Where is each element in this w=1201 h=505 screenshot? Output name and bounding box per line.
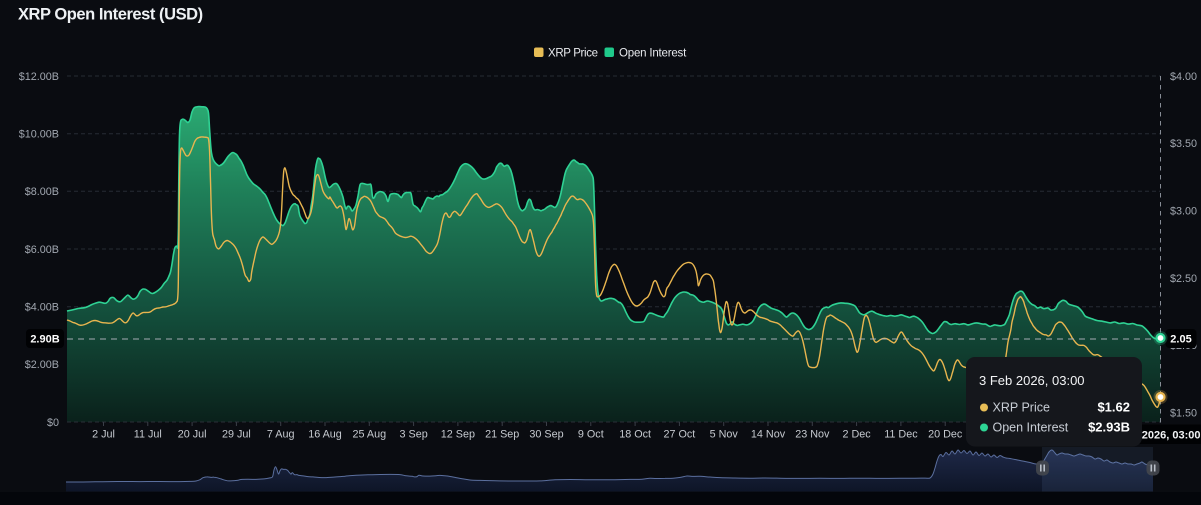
svg-text:2 Dec: 2 Dec [842,429,871,441]
svg-text:XRP Price: XRP Price [993,401,1050,415]
svg-text:20 Jul: 20 Jul [178,429,207,441]
svg-text:3 Sep: 3 Sep [399,429,427,441]
svg-text:$3.50: $3.50 [1170,138,1197,150]
svg-text:21 Sep: 21 Sep [485,429,519,441]
svg-text:Open Interest: Open Interest [993,421,1069,435]
svg-text:$8.00B: $8.00B [25,186,59,198]
svg-text:20 Dec: 20 Dec [928,429,963,441]
svg-text:2.90B: 2.90B [30,334,59,346]
svg-text:$6.00B: $6.00B [25,244,59,256]
svg-text:7 Aug: 7 Aug [267,429,295,441]
svg-text:11 Jul: 11 Jul [134,429,162,441]
svg-text:$3.00: $3.00 [1170,206,1197,218]
svg-text:$2.93B: $2.93B [1088,420,1130,435]
svg-text:27 Oct: 27 Oct [663,429,695,441]
svg-text:$2.00B: $2.00B [25,359,59,371]
svg-text:Open Interest: Open Interest [619,47,687,59]
svg-text:16 Aug: 16 Aug [308,429,342,441]
svg-text:18 Oct: 18 Oct [619,429,651,441]
svg-text:$10.00B: $10.00B [19,129,59,141]
svg-text:14 Nov: 14 Nov [751,429,786,441]
svg-text:2 Jul: 2 Jul [92,429,115,441]
svg-text:XRP Open Interest (USD): XRP Open Interest (USD) [18,6,203,24]
svg-text:XRP Price: XRP Price [548,47,598,59]
svg-text:5 Nov: 5 Nov [710,429,739,441]
svg-text:$1.50: $1.50 [1170,408,1197,420]
svg-text:$1.62: $1.62 [1097,400,1130,415]
svg-text:9 Oct: 9 Oct [578,429,604,441]
svg-text:$4.00: $4.00 [1170,71,1197,83]
svg-text:$2.50: $2.50 [1170,273,1197,285]
svg-text:$0: $0 [47,417,59,429]
svg-text:25 Aug: 25 Aug [352,429,386,441]
svg-text:$12.00B: $12.00B [19,71,59,83]
svg-text:$4.00B: $4.00B [25,302,59,314]
svg-text:3 Feb 2026, 03:00: 3 Feb 2026, 03:00 [979,373,1085,388]
svg-text:30 Sep: 30 Sep [529,429,563,441]
svg-text:11 Dec: 11 Dec [884,429,918,441]
svg-text:23 Nov: 23 Nov [795,429,830,441]
svg-text:12 Sep: 12 Sep [441,429,475,441]
svg-text:29 Jul: 29 Jul [222,429,251,441]
svg-text:2.05: 2.05 [1170,334,1191,346]
